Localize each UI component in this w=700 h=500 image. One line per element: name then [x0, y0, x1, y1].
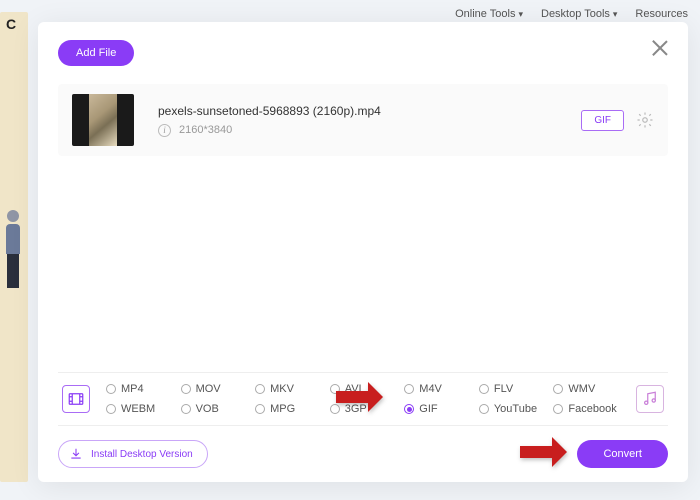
format-option-wmv[interactable]: WMV: [553, 383, 624, 395]
video-thumbnail[interactable]: [72, 94, 134, 146]
radio-icon: [330, 384, 340, 394]
download-icon: [69, 447, 83, 461]
converter-modal: Add File pexels-sunsetoned-5968893 (2160…: [38, 22, 688, 482]
format-option-facebook[interactable]: Facebook: [553, 403, 624, 415]
format-option-avi[interactable]: AVI: [330, 383, 401, 395]
annotation-arrow: [518, 434, 568, 470]
format-label: 3GP: [345, 403, 367, 415]
gear-icon[interactable]: [636, 111, 654, 129]
format-label: FLV: [494, 383, 513, 395]
format-label: Facebook: [568, 403, 616, 415]
format-option-mp4[interactable]: MP4: [106, 383, 177, 395]
format-label: MOV: [196, 383, 221, 395]
format-option-vob[interactable]: VOB: [181, 403, 252, 415]
format-label: WMV: [568, 383, 595, 395]
radio-icon: [330, 404, 340, 414]
format-label: YouTube: [494, 403, 537, 415]
top-nav: Online Tools ▾ Desktop Tools ▾ Resources: [455, 8, 688, 20]
add-file-button[interactable]: Add File: [58, 40, 134, 66]
close-icon[interactable]: [650, 38, 670, 58]
nav-item[interactable]: Online Tools ▾: [455, 8, 523, 20]
format-option-mov[interactable]: MOV: [181, 383, 252, 395]
format-label: VOB: [196, 403, 219, 415]
format-label: WEBM: [121, 403, 155, 415]
radio-icon: [553, 384, 563, 394]
info-icon[interactable]: i: [158, 124, 171, 137]
format-option-3gp[interactable]: 3GP: [330, 403, 401, 415]
radio-icon: [106, 404, 116, 414]
output-format-badge[interactable]: GIF: [581, 110, 624, 131]
format-option-flv[interactable]: FLV: [479, 383, 550, 395]
radio-icon: [255, 404, 265, 414]
file-row: pexels-sunsetoned-5968893 (2160p).mp4 i …: [58, 84, 668, 156]
nav-item[interactable]: Desktop Tools ▾: [541, 8, 617, 20]
radio-icon: [479, 404, 489, 414]
format-label: AVI: [345, 383, 362, 395]
radio-icon: [404, 404, 414, 414]
audio-category-icon[interactable]: [636, 385, 664, 413]
format-label: GIF: [419, 403, 437, 415]
format-label: M4V: [419, 383, 442, 395]
radio-icon: [553, 404, 563, 414]
radio-icon: [106, 384, 116, 394]
radio-icon: [404, 384, 414, 394]
format-option-webm[interactable]: WEBM: [106, 403, 177, 415]
file-resolution: 2160*3840: [179, 124, 232, 136]
app-logo: C: [6, 16, 16, 32]
format-option-mkv[interactable]: MKV: [255, 383, 326, 395]
file-name: pexels-sunsetoned-5968893 (2160p).mp4: [158, 104, 581, 118]
radio-icon: [181, 404, 191, 414]
format-option-m4v[interactable]: M4V: [404, 383, 475, 395]
install-desktop-button[interactable]: Install Desktop Version: [58, 440, 208, 468]
format-selector: MP4 MOV MKV AVI M4V FLV WMV WEBM VOB MPG 3GP GIF You…: [58, 372, 668, 426]
video-category-icon[interactable]: [62, 385, 90, 413]
chevron-down-icon: ▾: [613, 9, 618, 20]
nav-item[interactable]: Resources: [635, 8, 688, 20]
format-label: MP4: [121, 383, 144, 395]
radio-icon: [181, 384, 191, 394]
illustration-person: [4, 210, 24, 330]
radio-icon: [255, 384, 265, 394]
format-option-youtube[interactable]: YouTube: [479, 403, 550, 415]
chevron-down-icon: ▾: [518, 9, 523, 20]
radio-icon: [479, 384, 489, 394]
format-label: MKV: [270, 383, 294, 395]
format-option-gif[interactable]: GIF: [404, 403, 475, 415]
convert-button[interactable]: Convert: [577, 440, 668, 468]
format-label: MPG: [270, 403, 295, 415]
format-option-mpg[interactable]: MPG: [255, 403, 326, 415]
